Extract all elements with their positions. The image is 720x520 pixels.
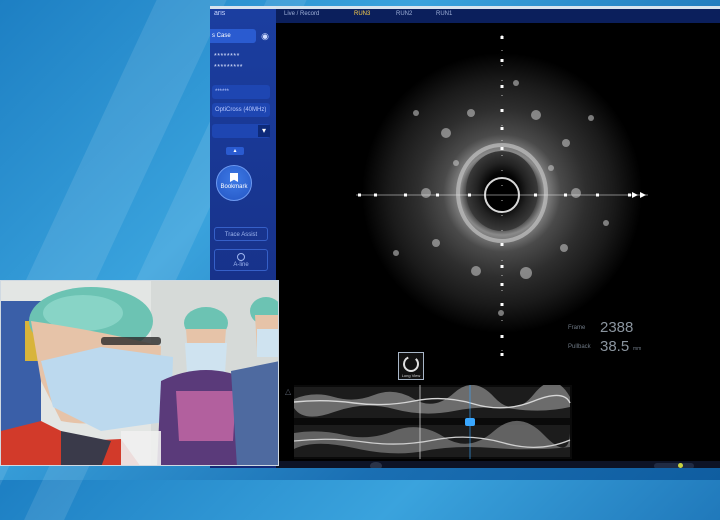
a-line-label: A-line	[233, 262, 249, 268]
camera-image	[1, 281, 278, 465]
ivus-image	[356, 35, 648, 356]
speed-slider[interactable]	[654, 463, 694, 468]
play-button[interactable]	[370, 462, 382, 468]
collapse-button[interactable]: ▴	[226, 147, 244, 155]
run2-tab[interactable]: RUN2	[396, 9, 412, 19]
run1-tab[interactable]: RUN1	[436, 9, 452, 19]
pullback-marker[interactable]	[465, 418, 475, 426]
bookmark-button[interactable]: Bookmark	[216, 165, 252, 201]
bottom-toolbar	[276, 461, 720, 468]
run3-tab[interactable]: RUN3	[354, 9, 370, 19]
loop-icon: Long View	[402, 356, 421, 378]
pullback-unit: mm	[633, 346, 642, 352]
procedure-camera-feed	[0, 280, 279, 466]
slider-thumb[interactable]	[678, 463, 683, 468]
longitudinal-view[interactable]	[293, 382, 572, 459]
a-line-button[interactable]: A-line	[214, 249, 268, 271]
masked-id: ********	[214, 53, 240, 60]
top-bar: Live / Record RUN3 RUN2 RUN1	[276, 9, 720, 23]
bookmark-label: Bookmark	[220, 184, 248, 190]
pullback-label: Pullback	[568, 344, 591, 350]
chevron-down-icon[interactable]: ▾	[258, 125, 270, 137]
truncated-header: aris	[214, 10, 226, 17]
live-record-tab[interactable]: Live / Record	[284, 9, 319, 19]
masked-field[interactable]: ******	[212, 85, 270, 99]
case-button[interactable]: s Case	[210, 29, 256, 43]
trace-assist-button[interactable]: Trace Assist	[214, 227, 268, 241]
bookmark-icon	[230, 173, 238, 182]
expand-icon[interactable]: △	[285, 387, 291, 396]
longitudinal-image	[293, 382, 571, 459]
circle-icon	[237, 253, 245, 261]
frame-value: 2388	[600, 319, 634, 336]
frame-label: Frame	[568, 325, 586, 331]
long-view-thumbnail[interactable]: Long View	[398, 352, 424, 380]
camera-icon[interactable]: ◉	[259, 31, 271, 41]
ivus-cross-section-view[interactable]: Frame 2388 Pullback 38.5 mm	[276, 23, 720, 367]
ivus-app-window: aris s Case ◉ ******** ********* ****** …	[210, 6, 720, 468]
masked-name: *********	[214, 64, 244, 71]
pullback-value: 38.5	[600, 338, 630, 355]
thumb-label: Long View	[402, 373, 421, 378]
catheter-field[interactable]: OptiCross (40MHz)	[212, 103, 270, 117]
